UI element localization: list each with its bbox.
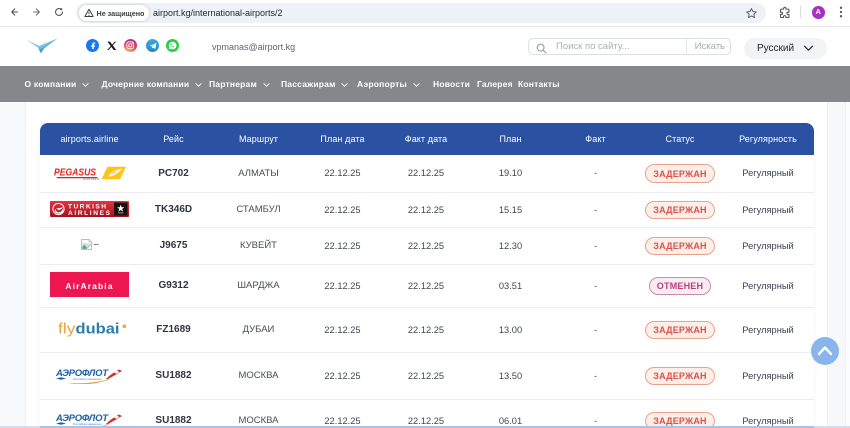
svg-text:AIRLINES: AIRLINES bbox=[82, 177, 99, 180]
svg-text:dubai: dubai bbox=[75, 322, 119, 338]
svg-text:Российские авиалинии: Российские авиалинии bbox=[73, 377, 102, 381]
svg-text:fly: fly bbox=[58, 322, 76, 338]
